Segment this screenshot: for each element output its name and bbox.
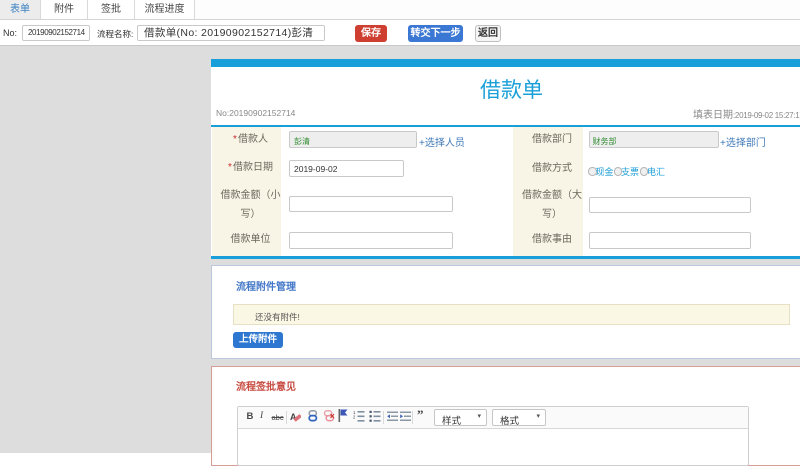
svg-text:2: 2 [353, 415, 356, 420]
